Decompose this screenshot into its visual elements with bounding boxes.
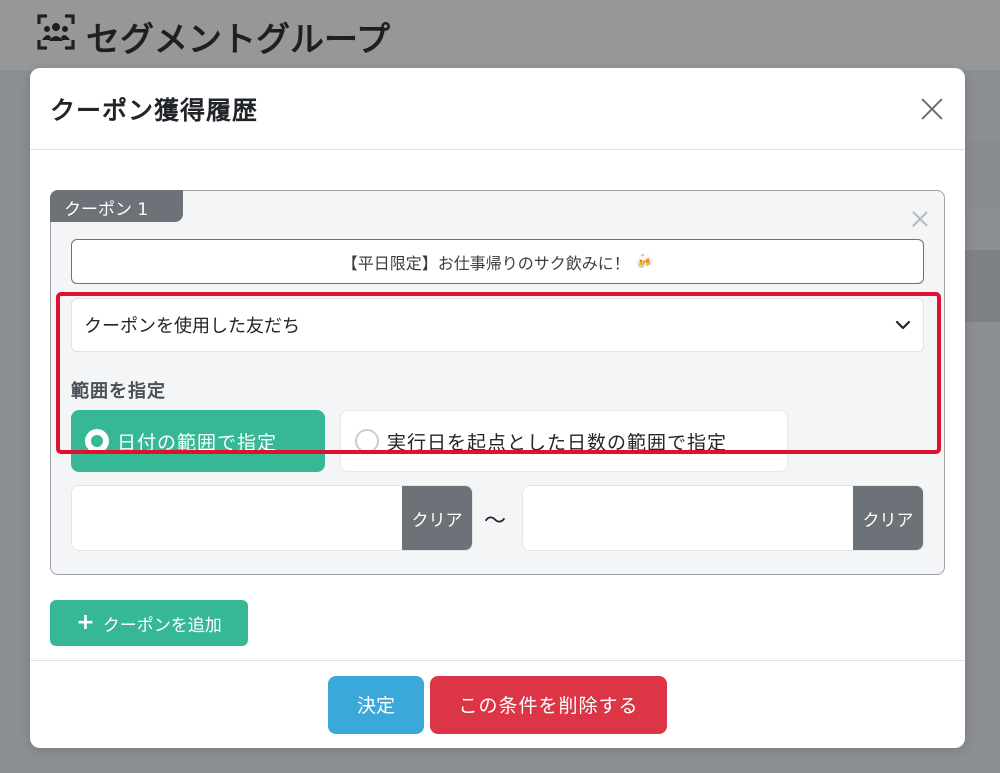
add-coupon-label: クーポンを追加 xyxy=(102,615,222,636)
close-icon[interactable] xyxy=(917,94,947,124)
page-title: セグメントグループ xyxy=(36,12,390,61)
coupon-name-text: 【平日限定】お仕事帰りのサク飲みに！ xyxy=(341,253,630,273)
date-to-input[interactable] xyxy=(523,486,853,550)
date-separator: 〜 xyxy=(484,509,507,534)
date-to-clear-button[interactable]: クリア xyxy=(853,486,923,550)
date-from-input[interactable] xyxy=(72,486,402,550)
coupon-card: クーポン 1 【平日限定】お仕事帰りのサク飲みに！ 🍻 クーポンを使用した友だち… xyxy=(50,190,945,575)
add-coupon-button[interactable]: + クーポンを追加 xyxy=(50,600,248,646)
condition-select-value: クーポンを使用した友だち xyxy=(84,316,300,337)
delete-condition-button[interactable]: この条件を削除する xyxy=(430,675,667,734)
segment-group-icon xyxy=(36,12,76,61)
radio-relative-days-label: 実行日を起点とした日数の範囲で指定 xyxy=(387,431,728,454)
chevron-down-icon xyxy=(895,320,911,330)
remove-coupon-icon[interactable] xyxy=(910,209,930,229)
radio-date-range[interactable]: 日付の範囲で指定 xyxy=(71,410,325,472)
radio-relative-days[interactable]: 実行日を起点とした日数の範囲で指定 xyxy=(340,410,788,472)
modal-title: クーポン獲得履歴 xyxy=(50,95,259,125)
modal-body: クーポン 1 【平日限定】お仕事帰りのサク飲みに！ 🍻 クーポンを使用した友だち… xyxy=(30,150,965,660)
plus-icon: + xyxy=(76,610,95,635)
background-row xyxy=(964,140,1000,210)
date-from-group: クリア xyxy=(71,485,473,551)
beer-icon: 🍻 xyxy=(635,253,654,270)
coupon-name-field[interactable]: 【平日限定】お仕事帰りのサク飲みに！ 🍻 xyxy=(71,239,924,284)
condition-select[interactable]: クーポンを使用した友だち xyxy=(71,298,924,352)
page-title-text: セグメントグループ xyxy=(86,19,390,60)
radio-selected-icon xyxy=(85,429,109,453)
modal-footer: 決定 この条件を削除する xyxy=(30,660,965,748)
radio-date-range-label: 日付の範囲で指定 xyxy=(117,431,278,454)
date-from-clear-button[interactable]: クリア xyxy=(402,486,472,550)
coupon-history-modal: クーポン獲得履歴 クーポン 1 【平日限定】お仕事帰りのサク飲みに！ 🍻 クーポ… xyxy=(30,68,965,748)
radio-unselected-icon xyxy=(355,429,379,453)
confirm-button[interactable]: 決定 xyxy=(328,675,424,734)
background-row xyxy=(964,250,1000,322)
range-label: 範囲を指定 xyxy=(71,381,166,402)
date-to-group: クリア xyxy=(522,485,924,551)
coupon-tab-label: クーポン 1 xyxy=(50,190,183,222)
modal-header: クーポン獲得履歴 xyxy=(30,68,965,150)
